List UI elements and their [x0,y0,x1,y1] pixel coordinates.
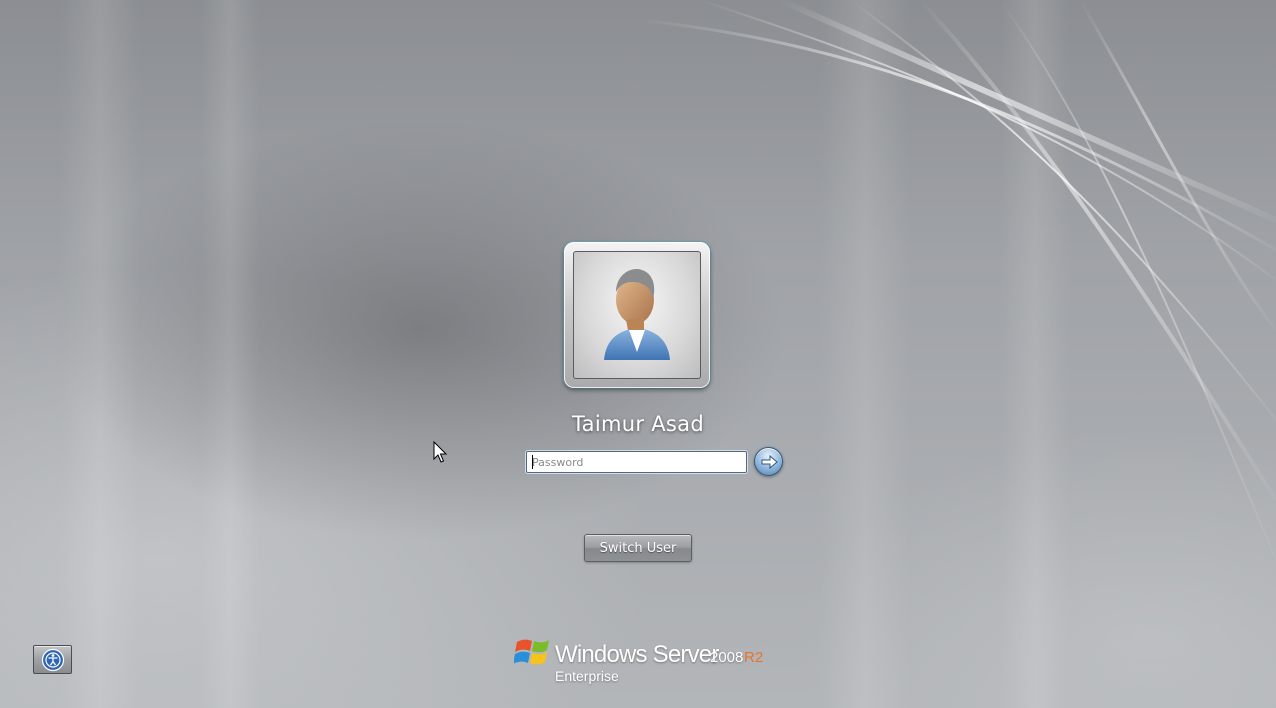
ease-of-access-icon [41,648,64,671]
ease-of-access-button[interactable] [33,645,72,674]
windows-branding: Windows Server 2008 R2 Enterprise [514,632,774,688]
password-input[interactable] [526,451,747,473]
brand-version: 2008 [710,649,744,666]
user-avatar-icon [604,268,670,360]
brand-edition: Enterprise [555,668,619,684]
text-caret [532,455,533,469]
submit-arrow-button[interactable] [754,447,783,476]
switch-user-button[interactable]: Switch User [584,534,692,562]
brand-product-name: Windows Server [555,641,719,668]
user-name: Taimur Asad [572,412,704,436]
user-tile [564,242,710,388]
brand-release: R2 [744,649,764,666]
mouse-pointer-icon [433,441,447,463]
user-avatar [573,251,701,379]
windows-flag-icon [514,639,549,665]
arrow-right-icon [761,454,778,469]
